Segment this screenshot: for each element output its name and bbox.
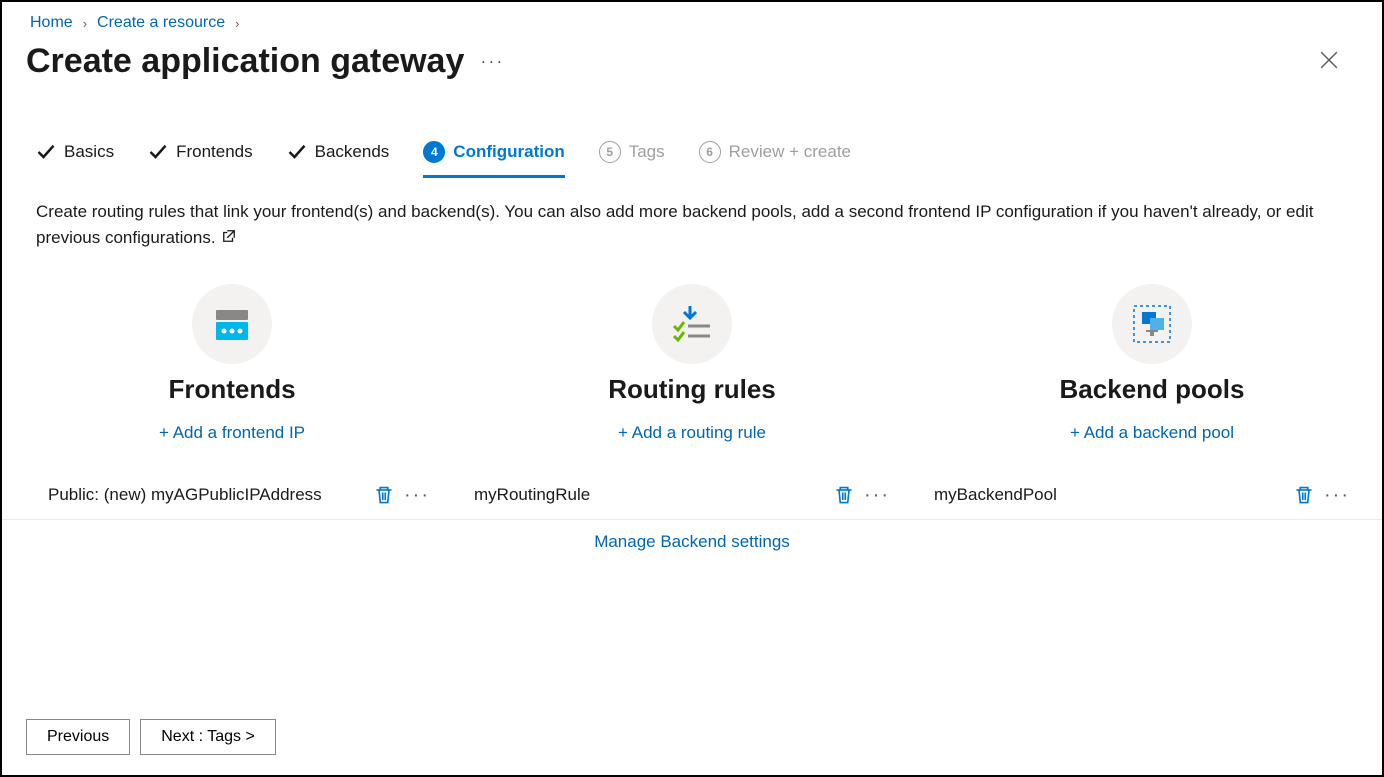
tab-basics[interactable]: Basics <box>36 142 114 174</box>
frontends-title: Frontends <box>2 374 462 405</box>
routing-rules-title: Routing rules <box>462 374 922 405</box>
add-backend-pool-link[interactable]: + Add a backend pool <box>1070 423 1234 443</box>
backend-pool-item-label[interactable]: myBackendPool <box>934 485 1057 505</box>
tab-basics-label: Basics <box>64 142 114 162</box>
frontends-column: Frontends + Add a frontend IP Public: (n… <box>2 284 462 552</box>
breadcrumb: Home › Create a resource › <box>2 2 1382 36</box>
step-number-icon: 5 <box>599 141 621 163</box>
close-button[interactable] <box>1312 45 1346 79</box>
breadcrumb-sep-icon: › <box>83 16 87 31</box>
routing-rules-column: Routing rules + Add a routing rule myRou… <box>462 284 922 552</box>
delete-icon[interactable] <box>1294 485 1314 505</box>
more-actions-icon[interactable]: ··· <box>864 485 890 505</box>
tab-frontends-label: Frontends <box>176 142 253 162</box>
check-icon <box>287 142 307 162</box>
more-actions-icon[interactable]: ··· <box>404 485 430 505</box>
tab-review-create-label: Review + create <box>729 142 851 162</box>
backend-pools-column: Backend pools + Add a backend pool myBac… <box>922 284 1382 552</box>
tab-configuration[interactable]: 4 Configuration <box>423 141 564 178</box>
delete-icon[interactable] <box>374 485 394 505</box>
tab-tags[interactable]: 5 Tags <box>599 141 665 175</box>
backend-pools-title: Backend pools <box>922 374 1382 405</box>
page-title: Create application gateway ··· <box>26 42 504 81</box>
manage-backend-settings-link[interactable]: Manage Backend settings <box>594 532 790 552</box>
next-button[interactable]: Next : Tags > <box>140 719 276 755</box>
routing-rule-item-row: myRoutingRule ··· <box>462 471 922 520</box>
backend-pools-icon <box>1112 284 1192 364</box>
check-icon <box>148 142 168 162</box>
check-icon <box>36 142 56 162</box>
more-actions-icon[interactable]: ··· <box>1324 485 1350 505</box>
add-routing-rule-link[interactable]: + Add a routing rule <box>618 423 766 443</box>
page-title-text: Create application gateway <box>26 42 464 81</box>
breadcrumb-create-resource[interactable]: Create a resource <box>97 14 225 32</box>
config-columns: Frontends + Add a frontend IP Public: (n… <box>2 252 1382 552</box>
tab-frontends[interactable]: Frontends <box>148 142 253 174</box>
add-frontend-ip-link[interactable]: + Add a frontend IP <box>159 423 305 443</box>
tab-tags-label: Tags <box>629 142 665 162</box>
tab-configuration-label: Configuration <box>453 142 564 162</box>
wizard-tabs: Basics Frontends Backends 4 Configuratio… <box>2 81 1382 175</box>
tab-backends[interactable]: Backends <box>287 142 390 174</box>
frontend-item-row: Public: (new) myAGPublicIPAddress ··· <box>2 471 462 520</box>
description-text: Create routing rules that link your fron… <box>2 175 1362 252</box>
previous-button[interactable]: Previous <box>26 719 130 755</box>
step-number-icon: 6 <box>699 141 721 163</box>
external-link-icon[interactable] <box>220 228 236 247</box>
routing-rule-item-label[interactable]: myRoutingRule <box>474 485 590 505</box>
frontend-item-label[interactable]: Public: (new) myAGPublicIPAddress <box>48 485 322 505</box>
delete-icon[interactable] <box>834 485 854 505</box>
backend-pool-item-row: myBackendPool ··· <box>922 471 1382 520</box>
step-number-icon: 4 <box>423 141 445 163</box>
breadcrumb-home[interactable]: Home <box>30 14 73 32</box>
more-icon[interactable]: ··· <box>480 51 504 72</box>
tab-backends-label: Backends <box>315 142 390 162</box>
page-header: Create application gateway ··· <box>2 36 1382 81</box>
breadcrumb-sep-icon: › <box>235 16 239 31</box>
frontends-icon <box>192 284 272 364</box>
wizard-footer: Previous Next : Tags > <box>26 719 276 755</box>
tab-review-create[interactable]: 6 Review + create <box>699 141 851 175</box>
routing-rules-icon <box>652 284 732 364</box>
